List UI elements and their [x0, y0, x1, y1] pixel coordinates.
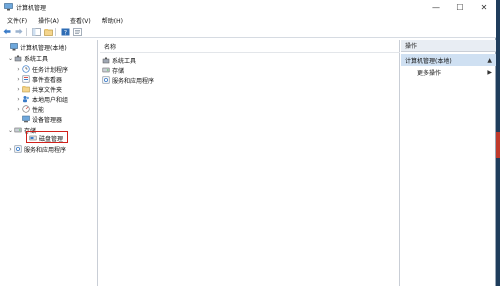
column-header-label: 名称	[104, 43, 117, 51]
properties-icon	[72, 27, 82, 36]
computer-icon	[10, 43, 18, 51]
tree-item-services-apps[interactable]: › 服务和应用程序	[7, 144, 66, 154]
tree-label-services-apps: 服务和应用程序	[24, 146, 67, 154]
actions-header: 操作	[401, 40, 496, 52]
window-title: 计算机管理	[16, 4, 47, 12]
services-icon	[14, 145, 22, 153]
chevron-down-icon[interactable]: ⌄	[7, 54, 14, 62]
background-desktop-edge	[496, 0, 500, 286]
more-actions-item[interactable]: 更多操作 ▶	[401, 67, 496, 78]
console-tree: 计算机管理(本地) ⌄ 系统工具 › 任务计划程序 › 事件查看器 › 共享文件…	[3, 40, 98, 286]
close-button[interactable]: ✕	[472, 0, 496, 14]
tree-item-local-users[interactable]: › 本地用户和组	[15, 94, 68, 104]
actions-section[interactable]: 计算机管理(本地) ▲	[401, 54, 496, 66]
tree-label-event-viewer: 事件查看器	[32, 76, 63, 84]
list-item[interactable]: 服务和应用程序	[102, 75, 154, 85]
folder-share-icon	[22, 86, 30, 93]
storage-icon	[102, 67, 110, 73]
toolbar-separator	[26, 27, 27, 36]
computer-management-app-icon	[4, 3, 13, 11]
performance-icon	[22, 105, 30, 113]
title-bar: 计算机管理 — ☐ ✕	[0, 0, 496, 14]
collapse-up-icon[interactable]: ▲	[487, 57, 492, 64]
list-item-label: 服务和应用程序	[112, 77, 155, 85]
tree-label-system-tools: 系统工具	[24, 55, 49, 63]
tree-item-task-scheduler[interactable]: › 任务计划程序	[15, 64, 68, 74]
help-icon: ?	[61, 28, 69, 36]
menu-action[interactable]: 操作(A)	[34, 16, 63, 25]
forward-button[interactable]	[14, 27, 24, 36]
storage-icon	[14, 127, 22, 133]
chevron-right-icon[interactable]: ›	[15, 75, 22, 83]
tree-label-local-users: 本地用户和组	[32, 96, 69, 104]
show-hide-tree-button[interactable]	[43, 27, 53, 36]
event-icon	[22, 75, 30, 83]
services-icon	[102, 76, 110, 84]
column-header-name[interactable]: 名称	[100, 40, 400, 53]
actions-section-label: 计算机管理(本地)	[405, 57, 452, 65]
tools-icon	[102, 57, 110, 64]
background-accent	[496, 132, 500, 158]
computer-management-window: 计算机管理 — ☐ ✕ 文件(F) 操作(A) 查看(V) 帮助(H) ? 计算…	[0, 0, 496, 286]
actions-pane: 操作 计算机管理(本地) ▲ 更多操作 ▶	[401, 40, 496, 286]
tree-item-device-manager[interactable]: 设备管理器	[15, 114, 62, 124]
tree-label-shared-folders: 共享文件夹	[32, 86, 63, 94]
actions-header-label: 操作	[405, 43, 418, 50]
tools-icon	[14, 55, 22, 62]
menu-bar: 文件(F) 操作(A) 查看(V) 帮助(H)	[0, 14, 496, 26]
list-item-label: 存储	[112, 67, 125, 75]
svg-text:?: ?	[63, 29, 66, 36]
chevron-down-icon[interactable]: ⌄	[7, 126, 14, 134]
tree-item-event-viewer[interactable]: › 事件查看器	[15, 74, 62, 84]
chevron-right-icon[interactable]: ›	[15, 85, 22, 93]
chevron-right-icon[interactable]: ›	[15, 105, 22, 113]
menu-view[interactable]: 查看(V)	[66, 16, 95, 25]
toolbar: ?	[0, 26, 496, 38]
tree-label-device-manager: 设备管理器	[32, 116, 63, 124]
list-item[interactable]: 系统工具	[102, 55, 136, 65]
up-level-button[interactable]	[31, 27, 41, 36]
highlight-box	[26, 131, 68, 143]
tree-item-shared-folders[interactable]: › 共享文件夹	[15, 84, 62, 94]
tree-label-root: 计算机管理(本地)	[20, 44, 67, 52]
toolbar-separator-2	[55, 27, 56, 36]
main-list-pane: 名称 系统工具 存储 服务和应用程序	[100, 40, 400, 286]
tree-label-task-scheduler: 任务计划程序	[32, 66, 69, 74]
chevron-right-icon[interactable]: ›	[7, 145, 14, 153]
users-icon	[23, 96, 29, 103]
tree-label-performance: 性能	[32, 106, 45, 114]
forward-arrow-icon	[15, 28, 23, 35]
menu-help[interactable]: 帮助(H)	[98, 16, 127, 25]
folder-view-icon	[43, 28, 53, 36]
help-button[interactable]: ?	[60, 27, 70, 36]
tree-item-root[interactable]: 计算机管理(本地)	[3, 42, 67, 52]
list-item-label: 系统工具	[112, 57, 137, 65]
back-button[interactable]	[2, 27, 12, 36]
device-icon	[22, 115, 30, 123]
back-arrow-icon	[3, 28, 11, 35]
menu-file[interactable]: 文件(F)	[3, 16, 31, 25]
maximize-button[interactable]: ☐	[448, 0, 472, 14]
window-controls: — ☐ ✕	[424, 0, 496, 14]
minimize-button[interactable]: —	[424, 0, 448, 14]
chevron-right-icon[interactable]: ›	[15, 65, 22, 73]
chevron-right-icon[interactable]: ›	[15, 95, 22, 103]
console-tree-icon	[31, 27, 41, 36]
clock-icon	[22, 65, 30, 73]
tree-item-system-tools[interactable]: ⌄ 系统工具	[7, 53, 48, 63]
submenu-arrow-icon: ▶	[487, 69, 492, 76]
tree-item-performance[interactable]: › 性能	[15, 104, 44, 114]
more-actions-label: 更多操作	[417, 70, 442, 77]
properties-button[interactable]	[72, 27, 82, 36]
list-item[interactable]: 存储	[102, 65, 124, 75]
